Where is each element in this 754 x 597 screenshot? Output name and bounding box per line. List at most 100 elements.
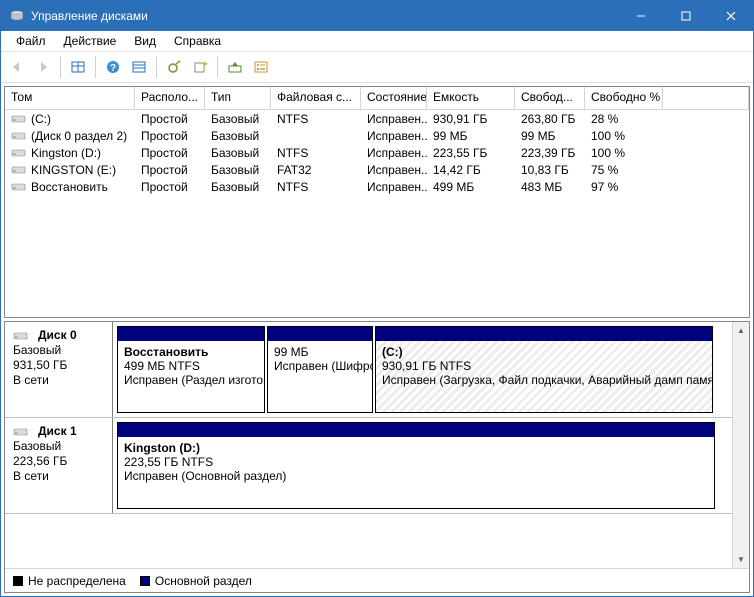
legend: Не распределена Основной раздел xyxy=(5,568,749,592)
column-header-status[interactable]: Состояние xyxy=(361,87,427,109)
scroll-up-button[interactable]: ▲ xyxy=(733,322,750,339)
partition[interactable]: Kingston (D:)223,55 ГБ NTFSИсправен (Осн… xyxy=(117,422,715,509)
volume-cell-freepct: 100 % xyxy=(585,144,663,161)
volume-cell-layout: Простой xyxy=(135,127,205,144)
nav-back-button[interactable] xyxy=(5,55,29,79)
nav-forward-button[interactable] xyxy=(31,55,55,79)
column-header-free[interactable]: Свобод... xyxy=(515,87,585,109)
volume-row[interactable]: Kingston (D:)ПростойБазовыйNTFSИсправен.… xyxy=(5,144,749,161)
properties-button[interactable] xyxy=(249,55,273,79)
toolbar-separator xyxy=(217,56,218,78)
volume-cell-free: 223,39 ГБ xyxy=(515,144,585,161)
disk-row: Диск 0Базовый931,50 ГБВ сетиВосстановить… xyxy=(5,322,732,418)
volume-cell-type: Базовый xyxy=(205,144,271,161)
volume-list-body: (C:)ПростойБазовыйNTFSИсправен...930,91 … xyxy=(5,110,749,317)
volume-cell-capacity: 930,91 ГБ xyxy=(427,110,515,127)
partition[interactable]: 99 МБИсправен (Шифро xyxy=(267,326,373,413)
new-action-button[interactable] xyxy=(188,55,212,79)
volume-row[interactable]: (Диск 0 раздел 2)ПростойБазовый Исправен.… xyxy=(5,127,749,144)
volume-cell-status: Исправен... xyxy=(361,127,427,144)
disk-row: Диск 1Базовый223,56 ГБВ сетиKingston (D:… xyxy=(5,418,732,514)
column-header-filesystem[interactable]: Файловая с... xyxy=(271,87,361,109)
volume-cell-type: Базовый xyxy=(205,161,271,178)
column-header-volume[interactable]: Том xyxy=(5,87,135,109)
volume-list-pane: ТомРасполо...ТипФайловая с...СостояниеЕм… xyxy=(4,86,750,318)
volume-cell-freepct: 28 % xyxy=(585,110,663,127)
svg-text:?: ? xyxy=(110,63,116,74)
volume-cell-type: Базовый xyxy=(205,110,271,127)
volume-cell-volume: (C:) xyxy=(5,110,135,127)
volume-cell-filesystem: NTFS xyxy=(271,178,361,195)
help-button[interactable]: ? xyxy=(101,55,125,79)
column-header-freepct[interactable]: Свободно % xyxy=(585,87,663,109)
volume-cell-status: Исправен... xyxy=(361,110,427,127)
partition[interactable]: (C:)930,91 ГБ NTFSИсправен (Загрузка, Фа… xyxy=(375,326,713,413)
menu-help[interactable]: Справка xyxy=(165,33,230,49)
volume-cell-volume: (Диск 0 раздел 2) xyxy=(5,127,135,144)
maximize-button[interactable] xyxy=(663,1,708,31)
volume-cell-type: Базовый xyxy=(205,178,271,195)
swatch-icon xyxy=(140,576,150,586)
disk-info[interactable]: Диск 1Базовый223,56 ГБВ сети xyxy=(5,418,113,513)
swatch-icon xyxy=(13,576,23,586)
volume-cell-free: 10,83 ГБ xyxy=(515,161,585,178)
legend-primary-label: Основной раздел xyxy=(155,574,252,588)
volume-cell-layout: Простой xyxy=(135,178,205,195)
disk-list: Диск 0Базовый931,50 ГБВ сетиВосстановить… xyxy=(5,322,732,568)
volume-cell-capacity: 99 МБ xyxy=(427,127,515,144)
extra-action1-button[interactable] xyxy=(223,55,247,79)
disk-partitions: Восстановить499 МБ NTFSИсправен (Раздел … xyxy=(113,322,732,417)
volume-cell-freepct: 75 % xyxy=(585,161,663,178)
volume-cell-layout: Простой xyxy=(135,144,205,161)
vertical-scrollbar[interactable]: ▲ ▼ xyxy=(732,322,749,568)
menubar: Файл Действие Вид Справка xyxy=(1,31,753,51)
toolbar-separator xyxy=(60,56,61,78)
menu-file[interactable]: Файл xyxy=(7,33,55,49)
volume-cell-free: 99 МБ xyxy=(515,127,585,144)
volume-cell-free: 263,80 ГБ xyxy=(515,110,585,127)
volume-cell-freepct: 97 % xyxy=(585,178,663,195)
column-header-layout[interactable]: Располо... xyxy=(135,87,205,109)
menu-view[interactable]: Вид xyxy=(125,33,165,49)
volume-cell-freepct: 100 % xyxy=(585,127,663,144)
volume-cell-layout: Простой xyxy=(135,110,205,127)
titlebar: Управление дисками xyxy=(1,1,753,31)
volume-cell-free: 483 МБ xyxy=(515,178,585,195)
volume-cell-volume: Kingston (D:) xyxy=(5,144,135,161)
partition[interactable]: Восстановить499 МБ NTFSИсправен (Раздел … xyxy=(117,326,265,413)
legend-primary: Основной раздел xyxy=(140,574,252,588)
volume-list-header: ТомРасполо...ТипФайловая с...СостояниеЕм… xyxy=(5,87,749,110)
volume-cell-status: Исправен... xyxy=(361,144,427,161)
column-header-type[interactable]: Тип xyxy=(205,87,271,109)
disk-layout-pane: Диск 0Базовый931,50 ГБВ сетиВосстановить… xyxy=(4,321,750,593)
toolbar: ? xyxy=(1,51,753,83)
menu-action[interactable]: Действие xyxy=(55,33,126,49)
volume-cell-capacity: 223,55 ГБ xyxy=(427,144,515,161)
volume-row[interactable]: KINGSTON (E:)ПростойБазовыйFAT32Исправен… xyxy=(5,161,749,178)
view-table-button[interactable] xyxy=(127,55,151,79)
volume-cell-filesystem: NTFS xyxy=(271,144,361,161)
close-button[interactable] xyxy=(708,1,753,31)
volume-row[interactable]: (C:)ПростойБазовыйNTFSИсправен...930,91 … xyxy=(5,110,749,127)
volume-cell-capacity: 14,42 ГБ xyxy=(427,161,515,178)
volume-row[interactable]: ВосстановитьПростойБазовыйNTFSИсправен..… xyxy=(5,178,749,195)
view-grid-button[interactable] xyxy=(66,55,90,79)
volume-cell-status: Исправен... xyxy=(361,161,427,178)
volume-cell-capacity: 499 МБ xyxy=(427,178,515,195)
volume-cell-filesystem xyxy=(271,127,361,144)
disk-info[interactable]: Диск 0Базовый931,50 ГБВ сети xyxy=(5,322,113,417)
column-header-spacer xyxy=(663,87,749,109)
volume-cell-type: Базовый xyxy=(205,127,271,144)
toolbar-separator xyxy=(95,56,96,78)
legend-unallocated-label: Не распределена xyxy=(28,574,126,588)
volume-cell-volume: KINGSTON (E:) xyxy=(5,161,135,178)
volume-cell-status: Исправен... xyxy=(361,178,427,195)
volume-cell-filesystem: NTFS xyxy=(271,110,361,127)
toolbar-separator xyxy=(156,56,157,78)
column-header-capacity[interactable]: Емкость xyxy=(427,87,515,109)
refresh-button[interactable] xyxy=(162,55,186,79)
volume-cell-volume: Восстановить xyxy=(5,178,135,195)
window-title: Управление дисками xyxy=(31,9,618,23)
minimize-button[interactable] xyxy=(618,1,663,31)
scroll-down-button[interactable]: ▼ xyxy=(733,551,750,568)
